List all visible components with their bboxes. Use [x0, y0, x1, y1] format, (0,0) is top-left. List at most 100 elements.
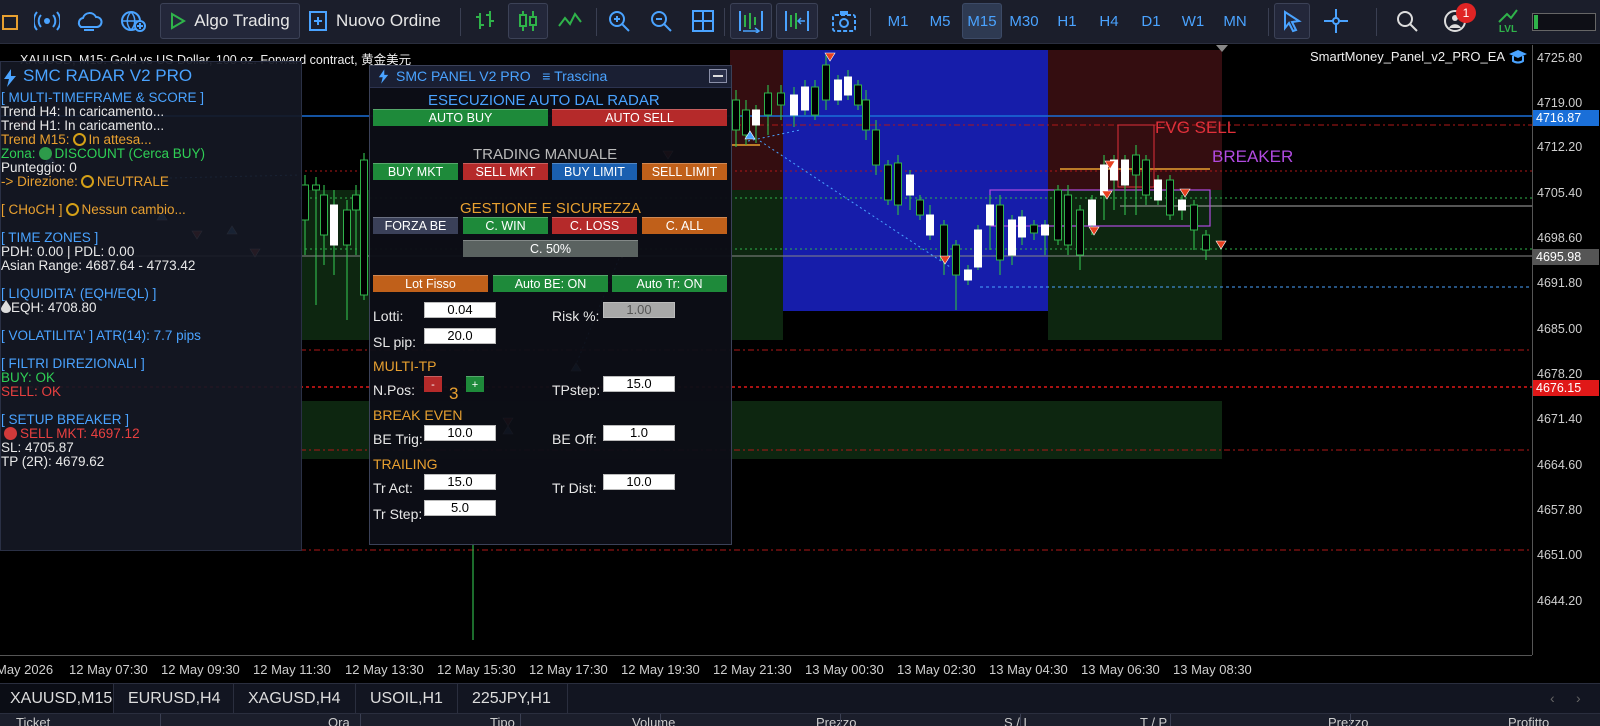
symbol-tab[interactable]: USOIL,H1 [356, 684, 458, 714]
timeframe-h1-button[interactable]: H1 [1047, 3, 1087, 39]
timeframe-w1-button[interactable]: W1 [1173, 3, 1213, 39]
table-column-header[interactable]: Volume [632, 715, 675, 726]
lots-input[interactable]: 0.04 [424, 302, 496, 318]
be-offset-input[interactable]: 1.0 [603, 425, 675, 441]
crosshair-icon[interactable] [1318, 3, 1354, 39]
table-column-header[interactable]: Ticket [16, 715, 50, 726]
briefcase-icon[interactable] [0, 3, 20, 39]
panel-title-text: SMC PANEL V2 PRO [396, 68, 531, 84]
cloud-icon[interactable] [72, 3, 106, 39]
timeframe-m5-button[interactable]: M5 [920, 3, 960, 39]
radar-buy-ok: BUY: OK [1, 370, 56, 385]
new-order-button[interactable]: Nuovo Ordine [308, 3, 456, 39]
table-column-header[interactable]: Ora [328, 715, 350, 726]
increase-positions-button[interactable]: + [466, 376, 484, 392]
sl-pip-label: SL pip: [373, 334, 417, 350]
trailing-activation-input[interactable]: 15.0 [424, 474, 496, 490]
radar-liquidity-header: [ LIQUIDITA' (EQH/EQL) ] [1, 286, 157, 301]
line-chart-icon[interactable] [552, 3, 588, 39]
symbol-tab[interactable]: XAUUSD,M15 [0, 684, 114, 714]
auto-scroll-icon[interactable] [730, 3, 772, 39]
tp-step-input[interactable]: 15.0 [603, 376, 675, 392]
trailing-step-input[interactable]: 5.0 [424, 500, 496, 516]
candle-body [811, 86, 819, 116]
time-axis[interactable]: May 2026 12 May 07:30 12 May 09:30 12 May 1… [0, 655, 1532, 683]
candlestick-icon[interactable] [508, 3, 548, 39]
buy-limit-button[interactable]: BUY LIMIT [552, 163, 637, 180]
status-dot-icon [4, 427, 17, 440]
candle-body [343, 209, 351, 246]
symbol-tab[interactable]: EURUSD,H4 [114, 684, 234, 714]
decrease-positions-button[interactable]: - [424, 376, 442, 392]
algo-trading-button[interactable]: Algo Trading [160, 3, 300, 39]
timeframe-d1-button[interactable]: D1 [1131, 3, 1171, 39]
timeframe-m30-button[interactable]: M30 [1004, 3, 1044, 39]
signal-level-icon[interactable]: LVL [1492, 3, 1524, 39]
scroll-right-icon[interactable]: › [1576, 690, 1581, 706]
radar-eqh: EQH: 4708.80 [1, 300, 97, 315]
search-icon[interactable] [1390, 3, 1424, 39]
zoom-out-icon[interactable] [644, 3, 678, 39]
grid-layout-icon[interactable] [686, 3, 720, 39]
table-column-header[interactable]: Prezzo [1328, 715, 1368, 726]
multi-tp-header: MULTI-TP [373, 358, 437, 374]
notifications-icon[interactable]: 1 [1436, 3, 1476, 39]
buy-market-button[interactable]: BUY MKT [373, 163, 458, 180]
minimize-icon[interactable] [709, 69, 727, 83]
globe-add-icon[interactable] [116, 3, 150, 39]
auto-sell-button[interactable]: AUTO SELL [552, 109, 727, 126]
candle-body [996, 204, 1004, 261]
timeframe-mn-button[interactable]: MN [1215, 3, 1255, 39]
symbol-tab[interactable]: XAGUSD,H4 [234, 684, 356, 714]
force-breakeven-button[interactable]: FORZA BE [373, 217, 458, 234]
auto-breakeven-toggle[interactable]: Auto BE: ON [493, 275, 608, 292]
radar-trend-m15-value: In attesa... [88, 132, 152, 147]
trailing-distance-input[interactable]: 10.0 [603, 474, 675, 490]
table-column-header[interactable]: Profitto [1508, 715, 1549, 726]
sl-pip-input[interactable]: 20.0 [424, 328, 496, 344]
time-axis-label: 12 May 11:30 [253, 662, 331, 677]
close-loss-button[interactable]: C. LOSS [552, 217, 637, 234]
lot-mode-button[interactable]: Lot Fisso [373, 275, 488, 292]
sell-limit-button[interactable]: SELL LIMIT [642, 163, 727, 180]
radar-direzione: -> Direzione: NEUTRALE [1, 174, 169, 189]
sell-market-button[interactable]: SELL MKT [463, 163, 548, 180]
fvg-sell-label: FVG SELL [1155, 118, 1237, 137]
table-column-header[interactable]: Tipo [490, 715, 515, 726]
close-win-button[interactable]: C. WIN [463, 217, 548, 234]
scroll-left-icon[interactable]: ‹ [1550, 690, 1555, 706]
price-axis-label: 4657.80 [1537, 503, 1583, 517]
timeframe-m15-button[interactable]: M15 [962, 3, 1002, 39]
signal-icon[interactable] [30, 3, 64, 39]
close-half-button[interactable]: C. 50% [463, 240, 638, 257]
price-axis-label: 4725.80 [1537, 51, 1583, 65]
play-icon [171, 12, 187, 30]
time-axis-label: 13 May 02:30 [897, 662, 976, 677]
price-axis[interactable]: 4725.80 4719.00 4712.20 4705.40 4698.60 4691.… [1532, 45, 1600, 655]
table-column-header[interactable]: S / L [1004, 715, 1031, 726]
time-axis-label: 12 May 17:30 [529, 662, 608, 677]
time-axis-label: 13 May 06:30 [1081, 662, 1160, 677]
timeframe-m1-button[interactable]: M1 [878, 3, 918, 39]
screenshot-icon[interactable] [826, 3, 862, 39]
risk-input[interactable]: 1.00 [603, 302, 675, 318]
symbol-tab[interactable]: 225JPY,H1 [458, 684, 568, 714]
management-header: GESTIONE E SICUREZZA [460, 200, 641, 217]
price-chart[interactable]: XAUUSD, M15: Gold vs US Dollar, 100 oz. … [0, 45, 1600, 683]
zoom-in-icon[interactable] [602, 3, 636, 39]
panel-drag-handle[interactable]: SMC PANEL V2 PRO ≡ Trascina [370, 66, 731, 88]
timeframe-h4-button[interactable]: H4 [1089, 3, 1129, 39]
be-trigger-input[interactable]: 10.0 [424, 425, 496, 441]
cursor-icon[interactable] [1274, 3, 1310, 39]
price-axis-label: 4691.80 [1537, 276, 1583, 290]
table-column-header[interactable]: T / P [1140, 715, 1167, 726]
auto-trailing-toggle[interactable]: Auto Tr: ON [612, 275, 727, 292]
auto-buy-button[interactable]: AUTO BUY [373, 109, 548, 126]
close-all-button[interactable]: C. ALL [642, 217, 727, 234]
chart-shift-icon[interactable] [776, 3, 818, 39]
bar-chart-icon[interactable] [468, 3, 502, 39]
candle-body [986, 204, 994, 226]
radar-direzione-label: -> Direzione: [1, 174, 78, 189]
candle-body [906, 174, 914, 196]
table-column-header[interactable]: Prezzo [816, 715, 856, 726]
